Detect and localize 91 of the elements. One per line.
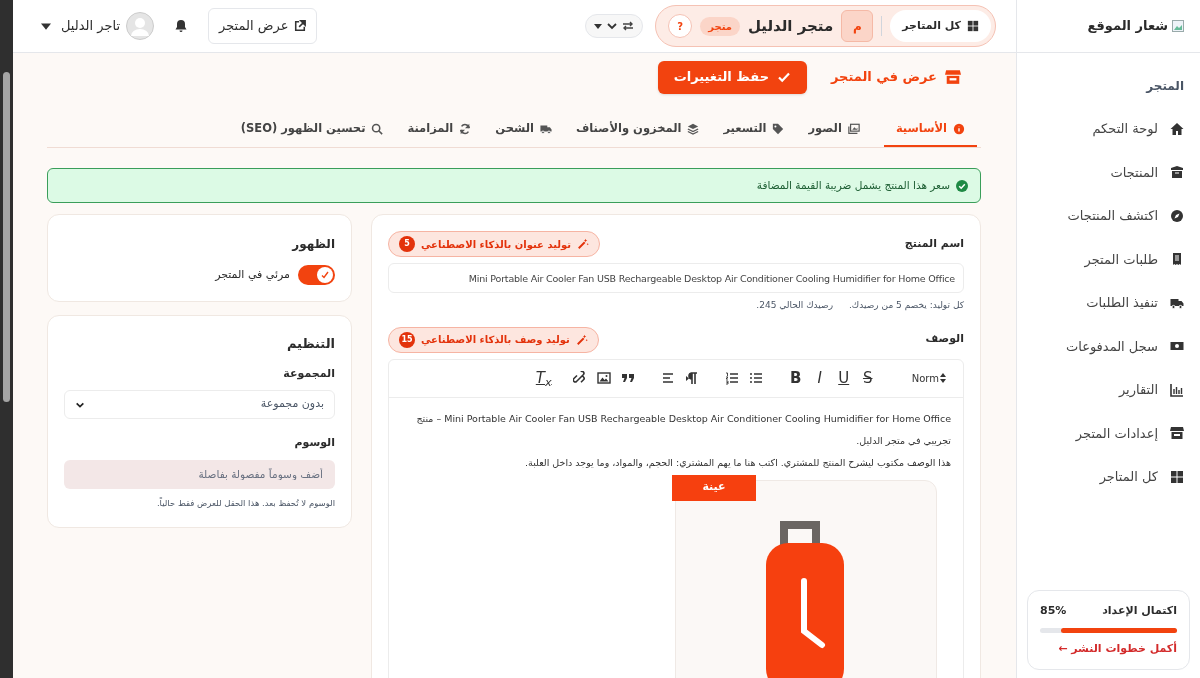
sidebar-item[interactable]: سجل المدفوعات xyxy=(1033,324,1184,368)
field-label: المجموعة xyxy=(282,365,335,382)
store-badge: متجر xyxy=(700,16,740,36)
sidebar-item[interactable]: كل المتاجر xyxy=(1033,455,1184,499)
store-icon xyxy=(1170,426,1184,441)
toggle-label: مرئي في المتجر xyxy=(215,266,290,283)
magic-wand-icon xyxy=(577,238,589,250)
help-button[interactable]: ? xyxy=(668,14,693,38)
store-initial: م xyxy=(841,10,874,42)
sample-badge: عينة xyxy=(672,474,756,501)
underline-button[interactable]: U xyxy=(831,366,856,390)
sidebar-item[interactable]: طلبات المتجر xyxy=(1033,237,1184,281)
caret-icon xyxy=(594,22,603,30)
sidebar-item[interactable]: التقارير xyxy=(1033,368,1184,412)
view-in-store-link[interactable]: عرض في المتجر xyxy=(831,67,961,87)
sidebar-item[interactable]: لوحة التحكم xyxy=(1033,107,1184,151)
box-icon xyxy=(1170,165,1184,180)
description-paragraph: هذا الوصف مكتوب ليشرح المنتج للمشتري. اكتب هنا ما يهم المشتري: الحجم، والمواد، وما يوجد داخل العلبة. xyxy=(524,455,951,471)
field-label: اسم المنتج xyxy=(904,235,964,252)
section-heading: المتجر xyxy=(1144,78,1184,95)
field-label: الوسوم xyxy=(293,435,335,451)
sort-arrows-icon xyxy=(939,372,947,384)
magic-wand-icon xyxy=(575,333,588,346)
card-title: الظهور xyxy=(290,236,335,253)
caret-icon[interactable] xyxy=(41,21,51,31)
swap-icon xyxy=(622,20,635,32)
save-changes-button[interactable]: حفظ التغييرات xyxy=(657,60,807,94)
sidebar-item[interactable]: اكتشف المنتجات xyxy=(1033,194,1184,238)
link-icon xyxy=(572,371,587,385)
publish-steps-link[interactable]: أكمل خطوات النشر ← xyxy=(1040,640,1177,657)
product-name-field[interactable]: Mini Portable Air Cooler Fan USB Rechargeable Desktop Air Conditioner Cooling Humidifier for Home Office xyxy=(388,263,964,293)
count-badge: 15 xyxy=(399,331,415,348)
notification-bell-icon[interactable] xyxy=(174,19,189,33)
image-icon xyxy=(596,371,611,385)
grid-icon xyxy=(1170,469,1184,484)
chevron-down-icon xyxy=(606,20,619,32)
italic-button[interactable]: I xyxy=(807,366,832,390)
bar-chart-icon xyxy=(1170,382,1184,397)
compass-icon xyxy=(1170,208,1184,223)
strikethrough-button[interactable]: S xyxy=(855,366,880,390)
store-icon xyxy=(945,69,961,85)
description-paragraph: Mini Portable Air Cooler Fan USB Rechargeable Desktop Air Conditioner Cooling Humidifier for Home Office – منتج تجريبي في متجر الدليل. xyxy=(415,411,951,448)
tab[interactable]: المخزون والأصناف xyxy=(575,112,700,147)
sidebar-item[interactable]: المنتجات xyxy=(1033,150,1184,194)
setup-title: اكتمال الإعداد xyxy=(1102,603,1177,619)
card-title: التنظيم xyxy=(285,335,335,353)
info-icon xyxy=(953,122,965,135)
sync-icon xyxy=(459,122,472,135)
check-icon xyxy=(777,70,791,84)
quote-icon xyxy=(620,371,635,385)
sidebar-item[interactable]: تنفيذ الطلبات xyxy=(1033,281,1184,325)
paragraph-direction-icon xyxy=(684,371,699,385)
home-icon xyxy=(1170,121,1184,136)
store-name: متجر الدليل xyxy=(747,15,834,37)
search-icon xyxy=(371,122,384,135)
layers-icon xyxy=(687,122,700,135)
images-icon xyxy=(847,122,860,135)
hint-text: كل توليد: يخصم 5 من رصيدك. xyxy=(849,299,964,313)
group-select[interactable]: بدون مجموعة xyxy=(64,390,335,419)
grid-icon xyxy=(967,20,979,32)
tab[interactable]: الشحن xyxy=(495,112,552,147)
tab[interactable]: الصور xyxy=(808,112,860,147)
hint-text: الوسوم لا تُحفظ بعد. هذا الحقل للعرض فقط حالياً. xyxy=(155,496,335,510)
setup-percent: 85% xyxy=(1040,603,1067,619)
clear-format-button[interactable]: T$_{x}$ xyxy=(531,366,556,390)
format-select[interactable]: Norm xyxy=(907,366,951,390)
visibility-toggle[interactable] xyxy=(298,265,335,285)
user-name[interactable]: تاجر الدليل xyxy=(61,16,121,36)
tab[interactable]: الأساسية xyxy=(883,112,977,147)
switch-select[interactable] xyxy=(585,14,644,38)
alert-message: سعر هذا المنتج يشمل ضريبة القيمة المضافة xyxy=(756,177,950,194)
external-link-icon xyxy=(294,20,307,32)
count-badge: 5 xyxy=(399,236,415,252)
broken-image-icon xyxy=(1172,20,1184,32)
field-label: الوصف xyxy=(925,331,964,348)
tab[interactable]: التسعير xyxy=(723,112,785,147)
tab[interactable]: تحسين الظهور (SEO) xyxy=(240,112,384,147)
bullet-list-icon xyxy=(748,371,763,385)
receipt-icon xyxy=(1170,252,1184,267)
tag-icon xyxy=(772,122,785,135)
all-stores-button[interactable]: كل المتاجر xyxy=(890,10,991,42)
bold-button[interactable]: B xyxy=(783,366,808,390)
numbered-list-icon xyxy=(724,371,739,385)
check-icon xyxy=(320,270,330,280)
hint-text: رصيدك الحالي 245. xyxy=(756,299,833,312)
align-icon xyxy=(660,371,675,385)
check-circle-icon xyxy=(956,179,968,192)
sidebar-item[interactable]: إعدادات المتجر xyxy=(1033,411,1184,455)
site-logo-text[interactable]: شعار الموقع xyxy=(1087,16,1168,36)
view-store-button[interactable]: عرض المتجر xyxy=(208,8,318,44)
tab[interactable]: المزامنة xyxy=(407,112,472,147)
